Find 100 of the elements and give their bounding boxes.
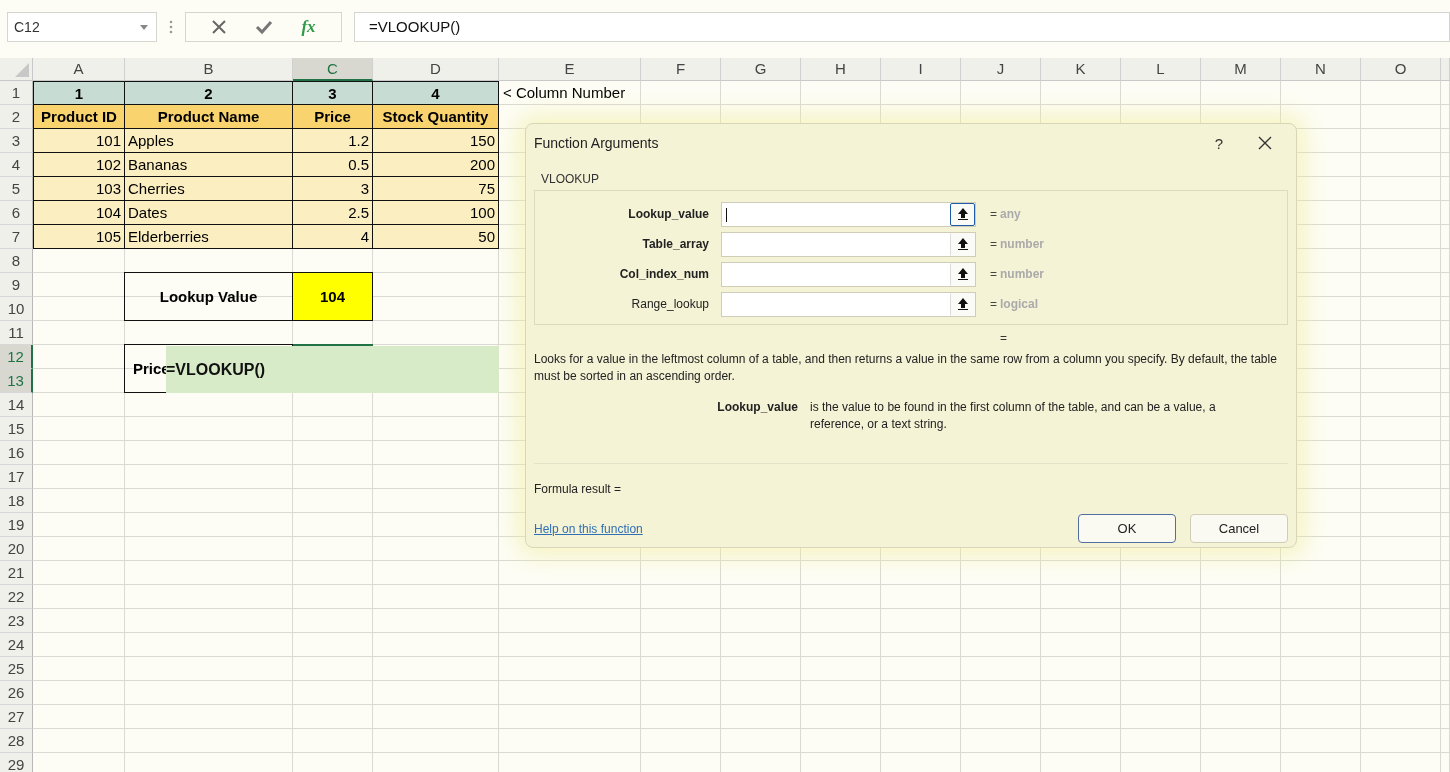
row-header[interactable]: 27 bbox=[0, 705, 33, 729]
column-header[interactable]: C bbox=[293, 58, 373, 81]
function-name: VLOOKUP bbox=[541, 172, 601, 186]
argument-description: is the value to be found in the first column of the table, and can be a value, a reference, or a text string. bbox=[810, 399, 1217, 433]
argument-type: number bbox=[1000, 237, 1045, 251]
row-header[interactable]: 17 bbox=[0, 465, 33, 489]
table-cell: 100 bbox=[373, 201, 499, 225]
row-header[interactable]: 9 bbox=[0, 273, 33, 297]
column-header[interactable]: K bbox=[1041, 58, 1121, 81]
argument-type: number bbox=[1000, 267, 1045, 281]
row-header[interactable]: 11 bbox=[0, 321, 33, 345]
row-header[interactable]: 8 bbox=[0, 249, 33, 273]
column-heading-cell: Price bbox=[293, 105, 373, 129]
argument-label: Range_lookup bbox=[630, 297, 710, 311]
column-header[interactable]: J bbox=[961, 58, 1041, 81]
table-cell: Cherries bbox=[125, 177, 293, 201]
row-header[interactable]: 12 bbox=[0, 345, 33, 369]
row-header[interactable]: 14 bbox=[0, 393, 33, 417]
row-header[interactable]: 7 bbox=[0, 225, 33, 249]
column-header[interactable]: N bbox=[1281, 58, 1361, 81]
help-link[interactable]: Help on this function bbox=[534, 521, 643, 536]
column-number-cell: 2 bbox=[125, 81, 293, 105]
row-header[interactable]: 15 bbox=[0, 417, 33, 441]
column-header[interactable]: O bbox=[1361, 58, 1441, 81]
up-arrow-icon bbox=[957, 208, 968, 220]
row-header[interactable]: 6 bbox=[0, 201, 33, 225]
column-heading-cell: Product Name bbox=[125, 105, 293, 129]
column-header[interactable]: L bbox=[1121, 58, 1201, 81]
argument-type: any bbox=[1000, 207, 1022, 221]
argument-name: Lookup_value bbox=[716, 399, 799, 416]
column-header[interactable]: E bbox=[499, 58, 641, 81]
dropdown-caret-icon[interactable] bbox=[140, 24, 148, 30]
table-cell: Elderberries bbox=[125, 225, 293, 249]
row-header[interactable]: 2 bbox=[0, 105, 33, 129]
drag-handle-icon[interactable] bbox=[169, 20, 173, 34]
row-header[interactable]: 22 bbox=[0, 585, 33, 609]
table-cell: Apples bbox=[125, 129, 293, 153]
row-header[interactable]: 24 bbox=[0, 633, 33, 657]
row-header[interactable]: 5 bbox=[0, 177, 33, 201]
table-cell: 1.2 bbox=[293, 129, 373, 153]
table-cell: 150 bbox=[373, 129, 499, 153]
column-header[interactable]: H bbox=[801, 58, 881, 81]
note-text: < Column Number bbox=[502, 83, 627, 103]
row-header[interactable]: 29 bbox=[0, 753, 33, 772]
function-description: Looks for a value in the leftmost column of a table, and then returns a value in the same row from a column you specify. By default, the table must be sorted in an ascending order. bbox=[534, 351, 1278, 385]
row-header[interactable]: 16 bbox=[0, 441, 33, 465]
column-header[interactable]: A bbox=[33, 58, 125, 81]
column-header[interactable]: F bbox=[641, 58, 721, 81]
row-header[interactable]: 20 bbox=[0, 537, 33, 561]
row-header[interactable]: 19 bbox=[0, 513, 33, 537]
equals-sign: = bbox=[989, 297, 997, 311]
table-cell: 75 bbox=[373, 177, 499, 201]
row-header[interactable]: 10 bbox=[0, 297, 33, 321]
cell-editor[interactable]: =VLOOKUP() bbox=[166, 346, 499, 393]
formula-field[interactable]: =VLOOKUP() bbox=[354, 12, 1450, 42]
row-header[interactable]: 3 bbox=[0, 129, 33, 153]
column-number-cell: 4 bbox=[373, 81, 499, 105]
row-header[interactable]: 1 bbox=[0, 81, 33, 105]
name-box[interactable]: C12 bbox=[7, 12, 157, 42]
help-button[interactable]: ? bbox=[1196, 128, 1242, 158]
argument-label: Col_index_num bbox=[618, 267, 710, 281]
equals-sign: = bbox=[1000, 331, 1007, 345]
value-cell: 104 bbox=[292, 272, 373, 321]
column-heading-cell: Product ID bbox=[33, 105, 125, 129]
checkmark-icon bbox=[254, 19, 273, 35]
collapse-dialog-button[interactable] bbox=[950, 202, 975, 226]
table-cell: 105 bbox=[33, 225, 125, 249]
up-arrow-icon bbox=[957, 268, 968, 280]
row-header[interactable]: 18 bbox=[0, 489, 33, 513]
column-header[interactable]: B bbox=[125, 58, 293, 81]
row-header[interactable]: 21 bbox=[0, 561, 33, 585]
table-cell: 103 bbox=[33, 177, 125, 201]
close-icon bbox=[210, 19, 227, 35]
row-header[interactable]: 4 bbox=[0, 153, 33, 177]
table-cell: 2.5 bbox=[293, 201, 373, 225]
row-header[interactable]: 28 bbox=[0, 729, 33, 753]
row-header[interactable]: 25 bbox=[0, 657, 33, 681]
row-header[interactable]: 26 bbox=[0, 681, 33, 705]
table-cell: 50 bbox=[373, 225, 499, 249]
argument-field[interactable] bbox=[721, 261, 976, 287]
table-cell: 102 bbox=[33, 153, 125, 177]
table-cell: 3 bbox=[293, 177, 373, 201]
dialog-button[interactable]: Cancel bbox=[1190, 514, 1288, 543]
dialog-title: Function Arguments bbox=[534, 135, 660, 151]
argument-field[interactable] bbox=[721, 231, 976, 257]
table-cell: Dates bbox=[125, 201, 293, 225]
close-icon bbox=[1258, 136, 1272, 150]
dialog-button[interactable]: OK bbox=[1078, 514, 1176, 543]
column-header[interactable]: G bbox=[721, 58, 801, 81]
column-header[interactable]: M bbox=[1201, 58, 1281, 81]
column-header[interactable]: D bbox=[373, 58, 499, 81]
table-cell: 104 bbox=[33, 201, 125, 225]
formula-result-label: Formula result = bbox=[534, 482, 623, 496]
argument-field[interactable] bbox=[721, 291, 976, 317]
table-cell: 200 bbox=[373, 153, 499, 177]
row-header[interactable]: 13 bbox=[0, 369, 33, 393]
argument-field[interactable] bbox=[721, 201, 976, 227]
table-cell: Bananas bbox=[125, 153, 293, 177]
row-header[interactable]: 23 bbox=[0, 609, 33, 633]
column-header[interactable]: I bbox=[881, 58, 961, 81]
